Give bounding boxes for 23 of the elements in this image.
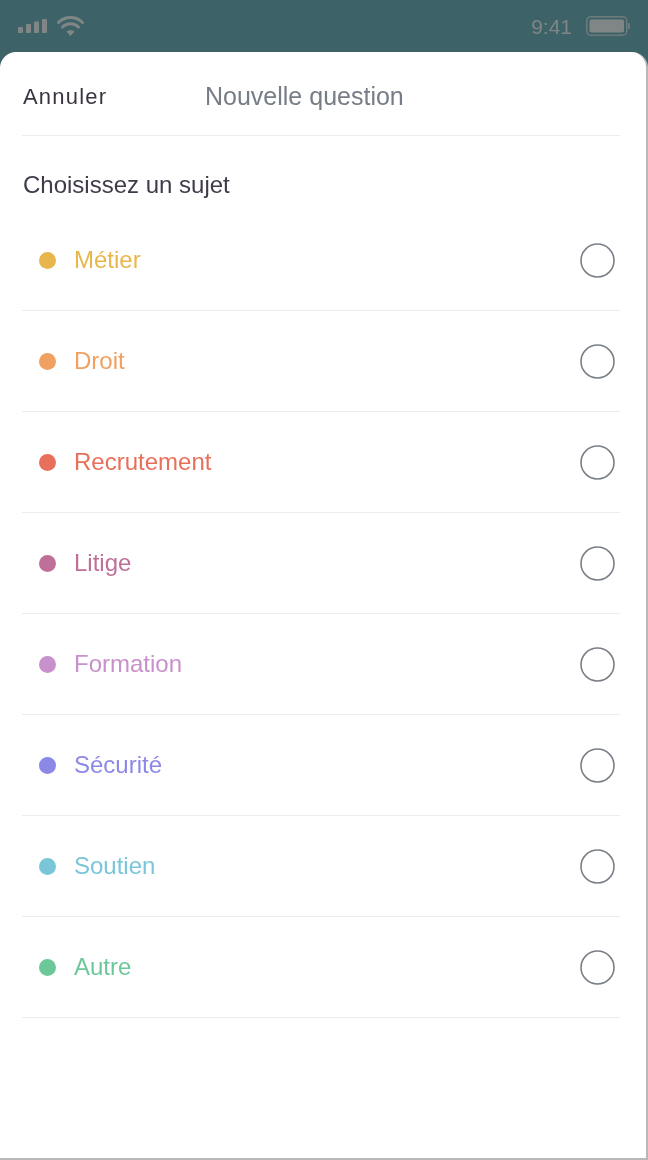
radio-button[interactable] bbox=[580, 646, 615, 682]
signal-icon bbox=[18, 19, 48, 33]
radio-button[interactable] bbox=[580, 343, 615, 379]
screen-title: Nouvelle question bbox=[205, 80, 404, 112]
radio-button[interactable] bbox=[580, 848, 615, 884]
radio-button[interactable] bbox=[580, 545, 615, 581]
battery-icon bbox=[586, 16, 630, 36]
wifi-icon bbox=[57, 16, 84, 36]
topic-label[interactable]: Autre bbox=[74, 952, 132, 982]
radio-button[interactable] bbox=[580, 444, 615, 480]
radio-button[interactable] bbox=[580, 747, 615, 783]
topic-label[interactable]: Métier bbox=[74, 245, 141, 275]
topic-label[interactable]: Droit bbox=[74, 346, 125, 376]
topic-label[interactable]: Recrutement bbox=[74, 447, 212, 477]
topic-label[interactable]: Soutien bbox=[74, 851, 156, 881]
topic-label[interactable]: Litige bbox=[74, 548, 132, 578]
cancel-button[interactable]: Annuler bbox=[22, 80, 205, 113]
topic-label[interactable]: Formation bbox=[74, 649, 183, 679]
radio-button[interactable] bbox=[580, 949, 615, 985]
status-time: 9:41 bbox=[531, 15, 572, 37]
section-title: Choisissez un sujet bbox=[22, 170, 231, 200]
radio-button[interactable] bbox=[580, 242, 615, 278]
topic-label[interactable]: Sécurité bbox=[74, 750, 163, 780]
